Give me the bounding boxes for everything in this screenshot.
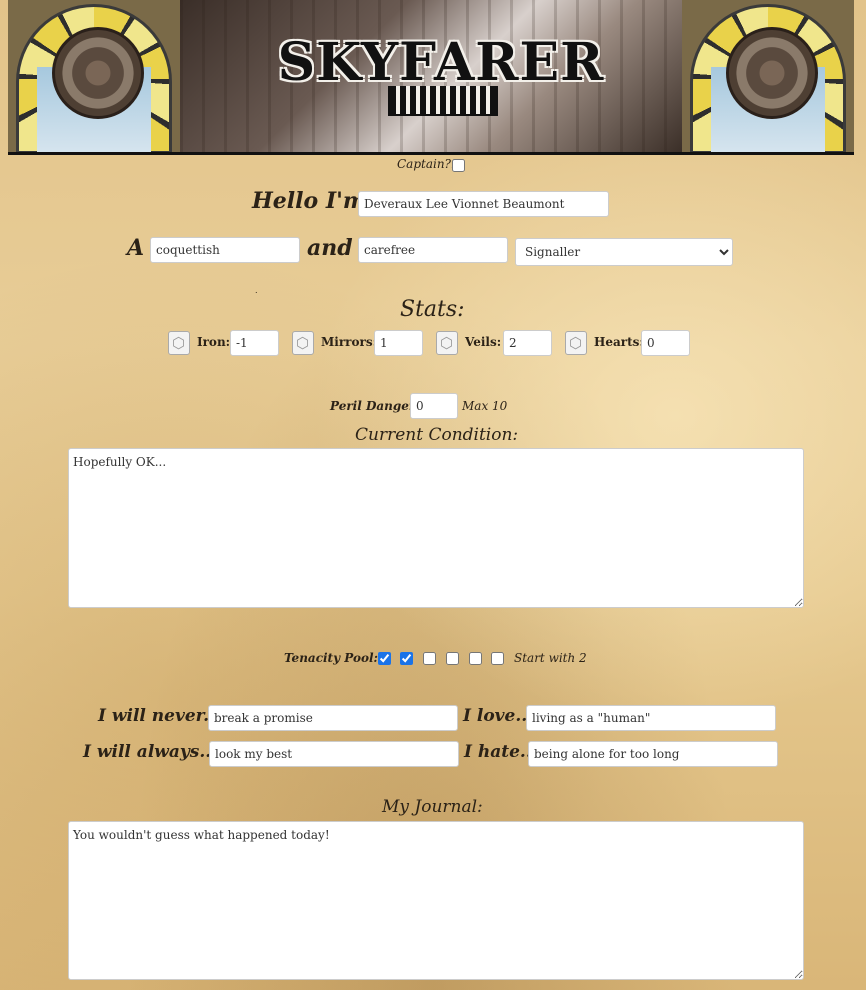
tenacity-box-2[interactable] <box>400 652 413 665</box>
tenacity-box-4[interactable] <box>446 652 459 665</box>
love-input[interactable] <box>526 705 776 731</box>
a-label: A <box>127 235 145 261</box>
mirrors-dice-icon[interactable] <box>292 331 314 355</box>
never-label: I will never... <box>98 706 221 726</box>
never-input[interactable] <box>208 705 458 731</box>
app-logo: SKYFARER <box>277 32 605 93</box>
veils-dice-icon[interactable] <box>436 331 458 355</box>
tenacity-note: Start with 2 <box>514 651 587 665</box>
always-input[interactable] <box>209 741 459 767</box>
header-banner: SKYFARER <box>8 0 854 155</box>
hello-label: Hello I'm <box>252 188 367 214</box>
stats-title: Stats: <box>400 297 465 322</box>
veils-input[interactable] <box>503 330 552 356</box>
stained-glass-right <box>682 0 854 152</box>
captain-label: Captain?: <box>397 157 456 171</box>
peril-max-label: Max 10 <box>462 399 508 413</box>
journal-textarea[interactable]: You wouldn't guess what happened today! <box>68 821 804 980</box>
peril-label: Peril Danger: <box>330 399 420 413</box>
trait-one-input[interactable] <box>150 237 300 263</box>
journal-title: My Journal: <box>382 797 483 817</box>
name-input[interactable] <box>358 191 609 217</box>
tenacity-box-6[interactable] <box>491 652 504 665</box>
and-label: and <box>307 235 353 261</box>
trait-two-input[interactable] <box>358 237 508 263</box>
stray-dot: . <box>255 286 258 295</box>
condition-textarea[interactable]: Hopefully OK... <box>68 448 804 608</box>
mirrors-input[interactable] <box>374 330 423 356</box>
tenacity-box-1[interactable] <box>378 652 391 665</box>
iron-label: Iron: <box>197 335 231 349</box>
iron-dice-icon[interactable] <box>168 331 190 355</box>
mirrors-label: Mirrors: <box>321 335 377 349</box>
hearts-dice-icon[interactable] <box>565 331 587 355</box>
veils-label: Veils: <box>465 335 502 349</box>
iron-input[interactable] <box>230 330 279 356</box>
hearts-input[interactable] <box>641 330 690 356</box>
condition-title: Current Condition: <box>355 425 519 445</box>
tenacity-box-5[interactable] <box>469 652 482 665</box>
love-label: I love... <box>463 706 534 726</box>
tenacity-box-3[interactable] <box>423 652 436 665</box>
stained-glass-left <box>8 0 180 152</box>
peril-input[interactable] <box>410 393 458 419</box>
captain-checkbox[interactable] <box>452 159 465 172</box>
always-label: I will always... <box>83 742 218 762</box>
logo-grille <box>388 86 498 116</box>
tenacity-label: Tenacity Pool: <box>284 651 378 665</box>
hate-label: I hate... <box>464 742 538 762</box>
hate-input[interactable] <box>528 741 778 767</box>
hearts-label: Hearts: <box>594 335 644 349</box>
role-select[interactable]: Signaller <box>515 238 733 266</box>
